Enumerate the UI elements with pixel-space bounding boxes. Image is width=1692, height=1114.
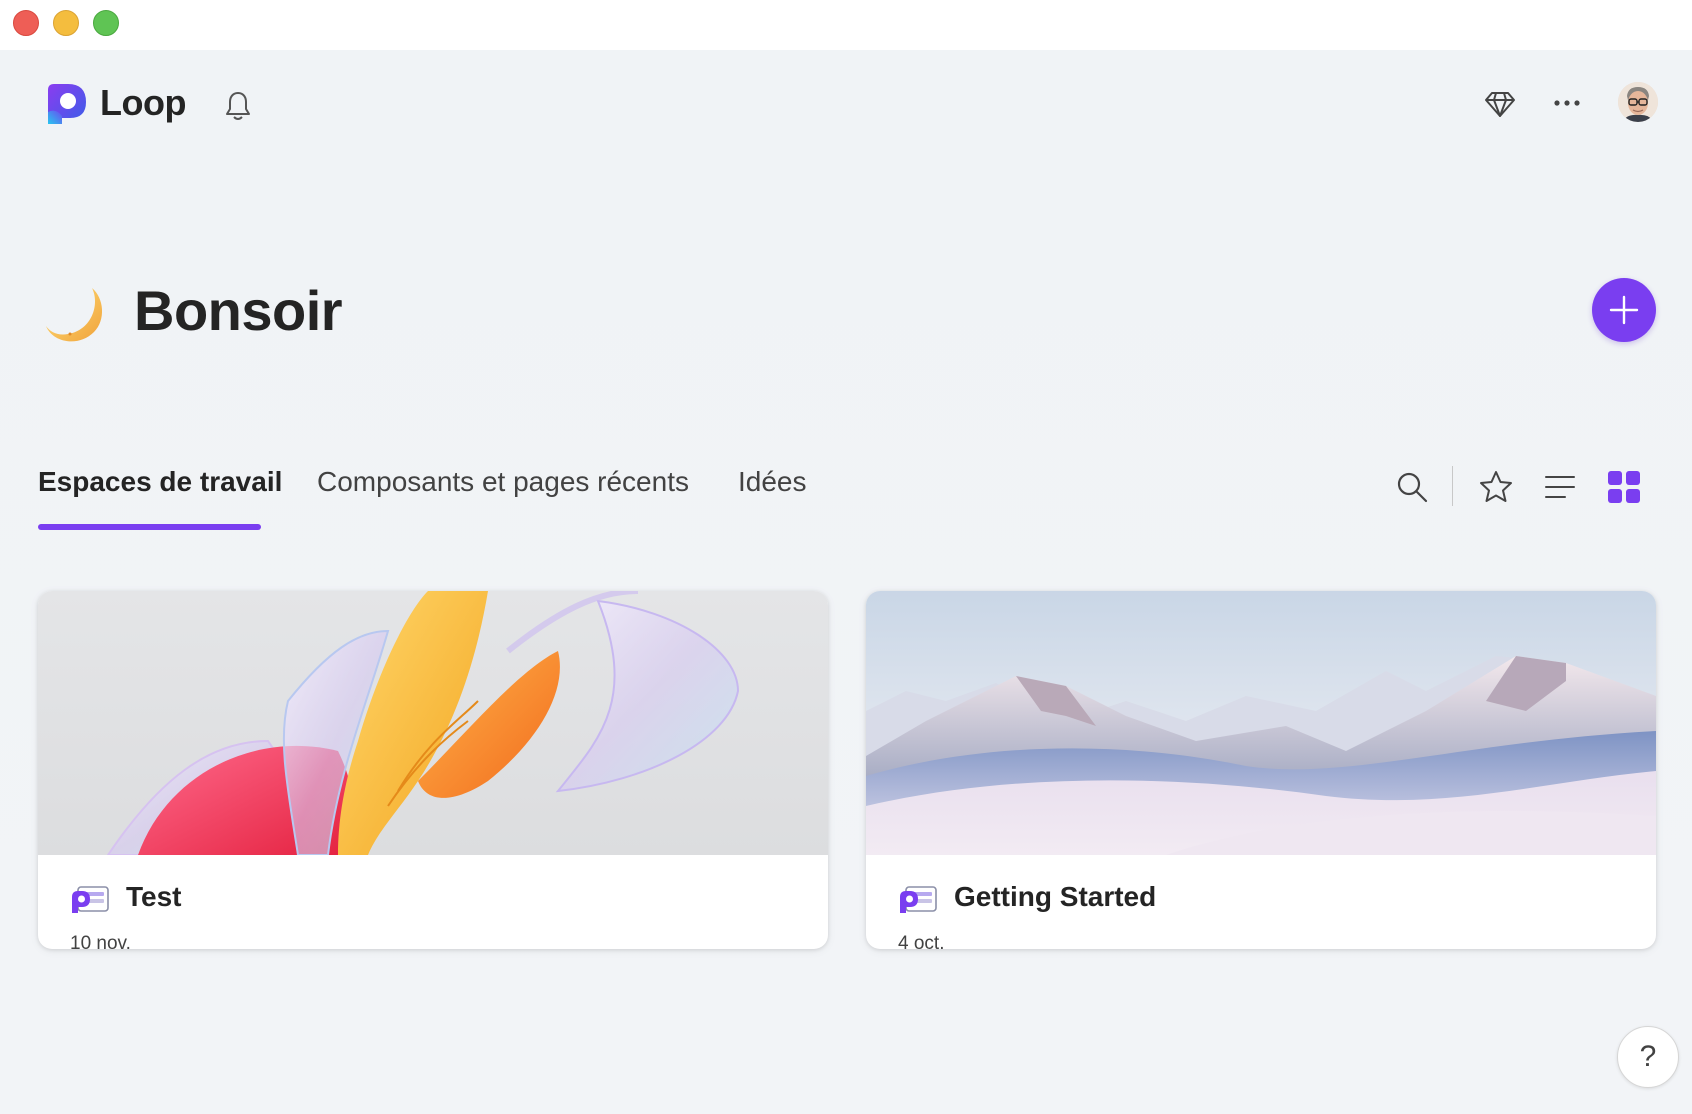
active-tab-indicator [38, 524, 261, 530]
app-name: Loop [100, 82, 186, 123]
help-button[interactable]: ? [1617, 1026, 1679, 1088]
window-titlebar [0, 0, 1692, 50]
tab-composants-et-pages-recents[interactable]: Composants et pages récents [317, 466, 689, 498]
workspace-date: 10 nov. [70, 933, 131, 949]
greeting-title: Bonsoir [134, 279, 343, 342]
avatar[interactable] [1618, 82, 1658, 122]
close-window-button[interactable] [13, 10, 39, 36]
diamond-icon[interactable] [1483, 86, 1517, 120]
app-main: Loop Bonsoir Espaces de travail Composan… [0, 50, 1692, 1114]
workspace-date: 4 oct. [898, 933, 945, 949]
bell-icon[interactable] [222, 89, 254, 121]
toolbar-divider [1452, 466, 1453, 506]
maximize-window-button[interactable] [93, 10, 119, 36]
workspace-card-getting-started[interactable]: Getting Started 4 oct. [866, 591, 1656, 949]
workspace-title: Test [126, 881, 182, 912]
workspace-title: Getting Started [954, 881, 1157, 912]
minimize-window-button[interactable] [53, 10, 79, 36]
crescent-moon-icon [46, 288, 103, 342]
loop-logo-icon[interactable] [44, 82, 88, 126]
loop-workspace-icon [72, 886, 109, 913]
search-icon[interactable] [1393, 468, 1431, 506]
grid-view-icon[interactable] [1605, 468, 1643, 506]
workspace-cover-image [38, 591, 828, 855]
loop-workspace-icon [900, 886, 937, 913]
plus-icon [1609, 295, 1639, 325]
star-icon[interactable] [1477, 468, 1515, 506]
workspace-cover-image [866, 591, 1656, 855]
list-view-icon[interactable] [1541, 468, 1579, 506]
new-workspace-button[interactable] [1592, 278, 1656, 342]
workspace-card-test[interactable]: Test 10 nov. [38, 591, 828, 949]
tab-espaces-de-travail[interactable]: Espaces de travail [38, 466, 282, 498]
more-icon[interactable] [1550, 86, 1584, 120]
tab-idees[interactable]: Idées [738, 466, 807, 498]
